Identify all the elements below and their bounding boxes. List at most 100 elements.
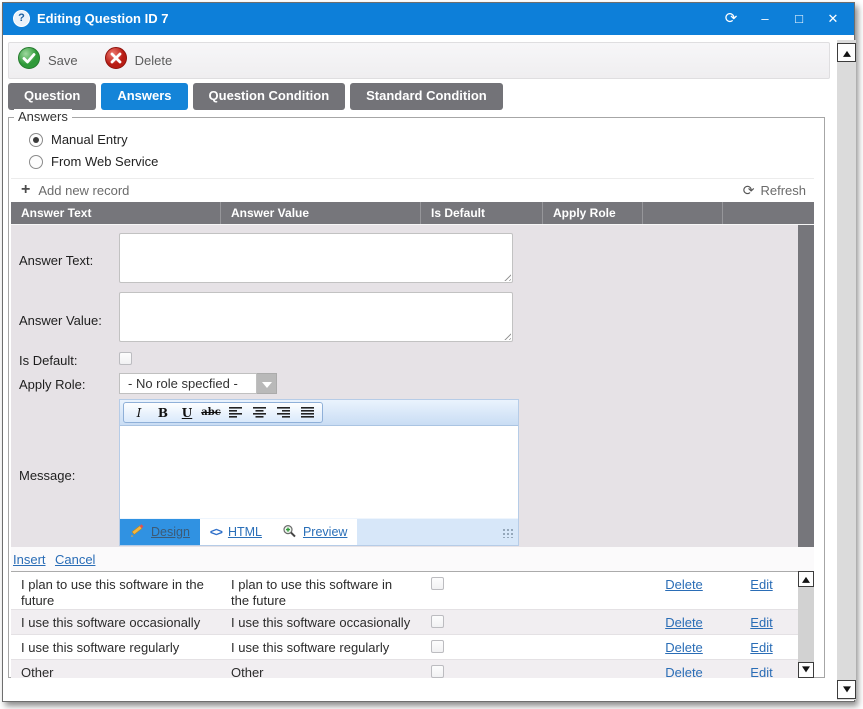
grid-scrollbar[interactable] xyxy=(798,571,814,678)
cell-answer-text: I use this software occasionally xyxy=(11,610,221,634)
align-right-icon[interactable] xyxy=(271,404,295,422)
cell-answer-text: I plan to use this software in the futur… xyxy=(11,572,221,609)
save-button[interactable]: Save xyxy=(17,46,78,75)
is-default-row-checkbox[interactable] xyxy=(431,615,444,628)
magnifier-icon xyxy=(282,524,297,541)
message-label: Message: xyxy=(19,468,75,483)
maximize-button[interactable]: □ xyxy=(790,9,808,29)
scroll-down-button[interactable] xyxy=(798,662,814,678)
html-label: HTML xyxy=(228,525,262,539)
design-label: Design xyxy=(151,525,190,539)
underline-button[interactable]: U xyxy=(175,404,199,422)
resize-grip-icon[interactable] xyxy=(502,331,511,340)
apply-role-label: Apply Role: xyxy=(19,377,85,392)
bold-button[interactable]: B xyxy=(151,404,175,422)
apply-role-dropdown[interactable]: - No role specfied - xyxy=(119,373,277,394)
edit-row-link[interactable]: Edit xyxy=(750,640,772,655)
edit-row-link[interactable]: Edit xyxy=(750,615,772,630)
save-label: Save xyxy=(48,53,78,68)
delete-x-icon xyxy=(104,46,128,75)
content-scrollbar[interactable] xyxy=(837,40,856,700)
delete-row-link[interactable]: Delete xyxy=(665,615,703,630)
save-check-icon xyxy=(17,46,41,75)
is-default-checkbox[interactable] xyxy=(119,352,132,365)
is-default-row-checkbox[interactable] xyxy=(431,665,444,678)
scroll-up-button[interactable] xyxy=(837,43,856,62)
cell-apply-role xyxy=(543,572,643,609)
edit-form-right-strip xyxy=(798,225,814,547)
refresh-icon: ⟳ xyxy=(743,182,755,198)
radio-from-web-service[interactable]: From Web Service xyxy=(29,154,158,169)
minimize-button[interactable]: – xyxy=(756,9,774,29)
refresh-window-button[interactable]: ⟳ xyxy=(722,9,740,29)
editor-mode-html[interactable]: <> HTML xyxy=(200,519,272,545)
answer-text-input[interactable] xyxy=(119,233,513,283)
delete-label: Delete xyxy=(135,53,173,68)
tab-standard-condition[interactable]: Standard Condition xyxy=(350,83,503,110)
tab-answers[interactable]: Answers xyxy=(101,83,187,110)
radio-manual-entry[interactable]: Manual Entry xyxy=(29,132,128,147)
strikethrough-button[interactable]: abc xyxy=(199,404,223,422)
pencil-icon xyxy=(130,524,145,541)
radio-button-icon xyxy=(29,155,43,169)
cell-is-default xyxy=(421,610,543,634)
scroll-down-button[interactable] xyxy=(837,680,856,699)
groupbox-legend: Answers xyxy=(14,109,72,125)
editor-mode-preview[interactable]: Preview xyxy=(272,519,357,545)
cell-apply-role xyxy=(543,660,643,678)
resize-grip-icon[interactable] xyxy=(502,272,511,281)
cell-answer-value: I plan to use this software in the futur… xyxy=(221,572,421,609)
italic-button[interactable]: I xyxy=(127,404,151,422)
radio-label: Manual Entry xyxy=(51,132,128,147)
scroll-up-button[interactable] xyxy=(798,571,814,587)
tab-question-condition[interactable]: Question Condition xyxy=(193,83,346,110)
insert-link[interactable]: Insert xyxy=(13,552,46,567)
tab-strip: Question Answers Question Condition Stan… xyxy=(8,83,503,110)
cell-apply-role xyxy=(543,635,643,659)
preview-label: Preview xyxy=(303,525,347,539)
table-row: Other Other Delete Edit xyxy=(11,660,814,678)
add-new-record-button[interactable]: + Add new record xyxy=(21,182,129,198)
column-header-answer-text[interactable]: Answer Text xyxy=(11,202,221,224)
edit-row-link[interactable]: Edit xyxy=(750,577,772,592)
edit-row-link[interactable]: Edit xyxy=(750,665,772,678)
dialog-window: ? Editing Question ID 7 ⟳ – □ ✕ Save xyxy=(2,2,855,702)
message-editor: I B U abc xyxy=(119,399,519,546)
tab-question[interactable]: Question xyxy=(8,83,96,110)
column-header-answer-value[interactable]: Answer Value xyxy=(221,202,421,224)
editor-mode-tabs: Design <> HTML xyxy=(120,518,518,545)
answer-value-input[interactable] xyxy=(119,292,513,342)
help-icon[interactable]: ? xyxy=(13,10,30,27)
dropdown-arrow-button[interactable] xyxy=(257,373,277,394)
radio-label: From Web Service xyxy=(51,154,158,169)
column-header-apply-role[interactable]: Apply Role xyxy=(543,202,643,224)
delete-row-link[interactable]: Delete xyxy=(665,640,703,655)
refresh-label: Refresh xyxy=(760,183,806,198)
align-center-icon[interactable] xyxy=(247,404,271,422)
justify-icon[interactable] xyxy=(295,404,319,422)
is-default-label: Is Default: xyxy=(19,353,78,368)
delete-row-link[interactable]: Delete xyxy=(665,577,703,592)
editor-resize-grip-icon[interactable] xyxy=(502,528,513,538)
editor-mode-design[interactable]: Design xyxy=(120,519,200,545)
cancel-link[interactable]: Cancel xyxy=(55,552,95,567)
table-row: I use this software regularly I use this… xyxy=(11,635,814,660)
radio-button-icon xyxy=(29,133,43,147)
delete-button[interactable]: Delete xyxy=(104,46,173,75)
is-default-row-checkbox[interactable] xyxy=(431,640,444,653)
cell-answer-text: I use this software regularly xyxy=(11,635,221,659)
answers-groupbox: Answers Manual Entry From Web Service + … xyxy=(8,117,825,678)
align-left-icon[interactable] xyxy=(223,404,247,422)
main-toolbar: Save Delete xyxy=(8,42,830,79)
column-header-is-default[interactable]: Is Default xyxy=(421,202,543,224)
edit-command-row: Insert Cancel xyxy=(11,547,814,571)
column-header-empty-2 xyxy=(723,202,814,224)
is-default-row-checkbox[interactable] xyxy=(431,577,444,590)
code-brackets-icon: <> xyxy=(210,525,222,539)
delete-row-link[interactable]: Delete xyxy=(665,665,703,678)
close-button[interactable]: ✕ xyxy=(824,9,842,29)
cell-apply-role xyxy=(543,610,643,634)
editor-content-area[interactable] xyxy=(120,426,518,518)
cell-answer-value: Other xyxy=(221,660,421,678)
grid-refresh-button[interactable]: ⟳ Refresh xyxy=(743,182,806,198)
